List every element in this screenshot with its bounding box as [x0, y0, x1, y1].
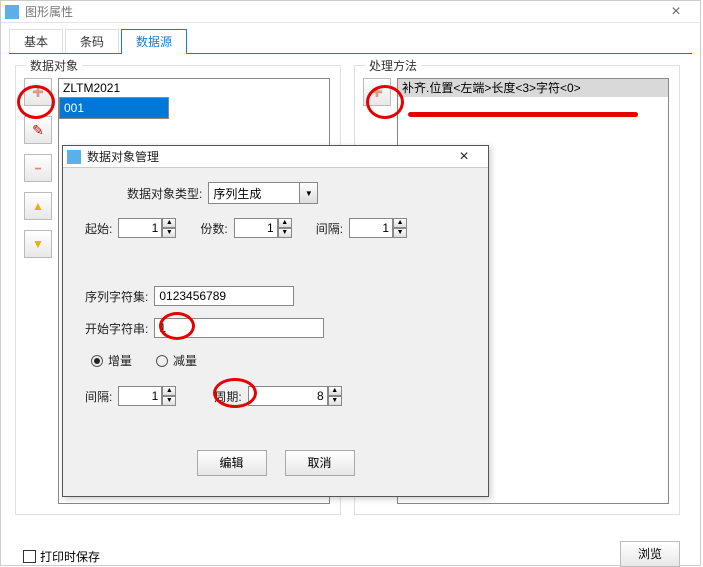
list-item[interactable]: ZLTM2021: [59, 79, 329, 97]
period-spinner[interactable]: ▲▼: [248, 386, 342, 406]
modal-body: 数据对象类型: 序列生成 ▼ 起始: ▲▼ 份数: ▲▼ 间隔: ▲▼ 序列字符…: [63, 168, 488, 496]
modal-titlebar: 数据对象管理 ×: [63, 146, 488, 168]
gap2-spinner[interactable]: ▲▼: [118, 386, 176, 406]
proc-toolbar: [363, 78, 393, 106]
start-spinner[interactable]: ▲▼: [118, 218, 176, 238]
data-toolbar: [24, 78, 54, 258]
startstr-label: 开始字符串:: [85, 320, 148, 337]
charset-input[interactable]: [154, 286, 294, 306]
down-icon: [32, 237, 44, 251]
gap-label: 间隔:: [316, 220, 343, 237]
chevron-down-icon: ▼: [299, 183, 317, 203]
data-object-manage-dialog: 数据对象管理 × 数据对象类型: 序列生成 ▼ 起始: ▲▼ 份数: ▲▼ 间隔…: [62, 145, 489, 497]
save-on-print-label: 打印时保存: [40, 548, 100, 565]
gap2-input[interactable]: [118, 386, 162, 406]
spin-down-icon[interactable]: ▼: [278, 228, 292, 238]
modal-close-button[interactable]: ×: [444, 149, 484, 165]
data-edit-button[interactable]: [24, 116, 52, 144]
tabs: 基本 条码 数据源: [1, 23, 700, 54]
data-up-button[interactable]: [24, 192, 52, 220]
type-select-value: 序列生成: [209, 185, 299, 202]
plus-icon: [371, 84, 383, 101]
save-on-print-checkbox[interactable]: [23, 550, 36, 563]
start-input[interactable]: [118, 218, 162, 238]
period-input[interactable]: [248, 386, 328, 406]
spin-up-icon[interactable]: ▲: [162, 218, 176, 228]
type-label: 数据对象类型:: [127, 185, 202, 202]
group-proc-label: 处理方法: [365, 57, 421, 74]
decrement-radio[interactable]: [156, 355, 168, 367]
browse-button[interactable]: 浏览: [620, 541, 680, 567]
spin-up-icon[interactable]: ▲: [278, 218, 292, 228]
wand-icon: [32, 122, 44, 139]
cancel-button[interactable]: 取消: [285, 450, 355, 476]
count-input[interactable]: [234, 218, 278, 238]
minus-icon: [35, 161, 41, 175]
main-title: 图形属性: [25, 3, 656, 20]
start-label: 起始:: [85, 220, 112, 237]
gap2-label: 间隔:: [85, 388, 112, 405]
count-label: 份数:: [200, 220, 227, 237]
tab-datasource[interactable]: 数据源: [121, 29, 187, 54]
app-icon: [5, 5, 19, 19]
charset-label: 序列字符集:: [85, 288, 148, 305]
period-label: 周期:: [214, 388, 241, 405]
spin-down-icon[interactable]: ▼: [328, 396, 342, 406]
list-item[interactable]: 001: [59, 97, 169, 119]
app-icon: [67, 150, 81, 164]
main-close-button[interactable]: ×: [656, 4, 696, 20]
data-add-button[interactable]: [24, 78, 52, 106]
type-select[interactable]: 序列生成 ▼: [208, 182, 318, 204]
edit-button[interactable]: 编辑: [197, 450, 267, 476]
spin-down-icon[interactable]: ▼: [162, 228, 176, 238]
modal-button-row: 编辑 取消: [63, 450, 488, 476]
spin-up-icon[interactable]: ▲: [393, 218, 407, 228]
spin-up-icon[interactable]: ▲: [162, 386, 176, 396]
spin-up-icon[interactable]: ▲: [328, 386, 342, 396]
count-spinner[interactable]: ▲▼: [234, 218, 292, 238]
gap-input[interactable]: [349, 218, 393, 238]
increment-radio[interactable]: [91, 355, 103, 367]
list-item[interactable]: 补齐.位置<左端>长度<3>字符<0>: [398, 79, 668, 97]
decrement-label: 减量: [173, 352, 197, 369]
spin-down-icon[interactable]: ▼: [162, 396, 176, 406]
spin-down-icon[interactable]: ▼: [393, 228, 407, 238]
increment-label: 增量: [108, 352, 132, 369]
main-titlebar: 图形属性 ×: [1, 1, 700, 23]
data-down-button[interactable]: [24, 230, 52, 258]
proc-add-button[interactable]: [363, 78, 391, 106]
data-remove-button[interactable]: [24, 154, 52, 182]
tab-basic[interactable]: 基本: [9, 29, 63, 54]
up-icon: [32, 199, 44, 213]
group-data-label: 数据对象: [26, 57, 82, 74]
plus-icon: [32, 84, 44, 101]
startstr-input[interactable]: [154, 318, 324, 338]
tab-barcode[interactable]: 条码: [65, 29, 119, 54]
gap-spinner[interactable]: ▲▼: [349, 218, 407, 238]
save-on-print-row: 打印时保存: [23, 548, 100, 565]
modal-title: 数据对象管理: [87, 148, 444, 165]
